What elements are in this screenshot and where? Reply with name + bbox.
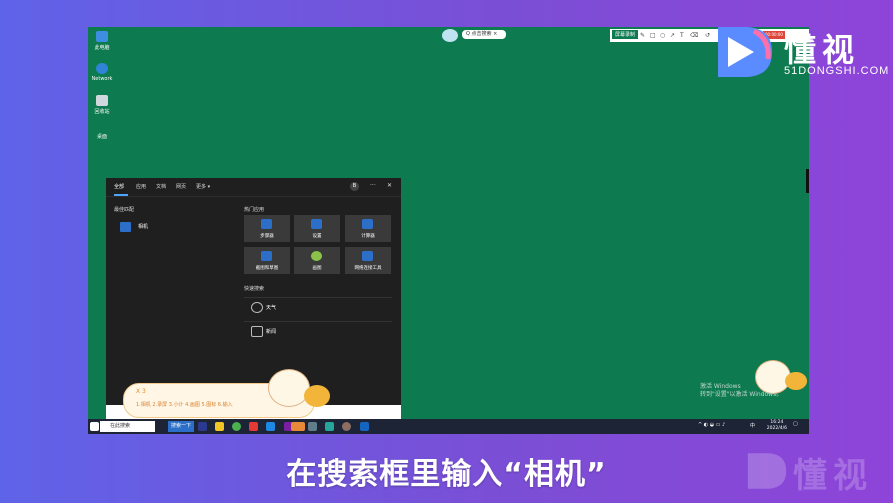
subtitle-caption: 在搜索框里输入“相机” <box>286 457 607 492</box>
ps-app-icon[interactable] <box>198 422 207 431</box>
best-match-label: 相机 <box>138 224 149 230</box>
desktop-icon-label: Network <box>91 76 113 82</box>
activation-watermark: 激活 Windows 转到"设置"以激活 Windows。 <box>700 383 782 399</box>
circle-icon[interactable]: ○ <box>660 32 665 39</box>
activation-line1: 激活 Windows <box>700 383 741 390</box>
avatar[interactable]: B <box>350 182 359 191</box>
taskbar: 在此搜索 搜索一下 ^ ◐ ◒ ▭ ♪ 中 16:24 2022/4/6 ▢ <box>88 419 809 434</box>
tab-apps[interactable]: 应用 <box>136 183 146 190</box>
rect-icon[interactable]: □ <box>650 32 656 39</box>
more-options-icon[interactable]: ··· <box>370 182 376 189</box>
taskbar-search-input[interactable]: 在此搜索 <box>100 421 155 432</box>
tile-settings[interactable]: 设置 <box>294 215 340 242</box>
weather-icon <box>251 302 263 313</box>
desktop-icon-network[interactable]: Network <box>88 63 116 82</box>
desktop-icon-recycle-bin[interactable]: 回收站 <box>88 95 116 115</box>
top-apps-heading: 热门应用 <box>244 207 265 213</box>
brand-logo: 懂视 51DONGSHI.COM <box>714 23 888 85</box>
active-app-icon[interactable] <box>291 422 305 431</box>
chrome-icon[interactable] <box>232 422 241 431</box>
gear-icon <box>311 219 322 229</box>
app-icon[interactable] <box>325 422 334 431</box>
desktop-edge-handle[interactable] <box>806 169 809 193</box>
steps-icon <box>261 219 272 229</box>
app-icon[interactable] <box>249 422 258 431</box>
tile-label: 计算器 <box>361 234 375 239</box>
brand-url: 51DONGSHI.COM <box>784 65 890 77</box>
text-icon[interactable]: T <box>680 32 684 39</box>
active-tab-indicator <box>114 194 128 196</box>
explorer-icon[interactable] <box>215 422 224 431</box>
computer-icon <box>96 31 108 42</box>
clock[interactable]: 16:24 2022/4/6 <box>767 420 787 432</box>
clock-date: 2022/4/6 <box>766 426 787 431</box>
pen-icon[interactable]: ✎ <box>640 32 645 39</box>
tab-web[interactable]: 网页 <box>176 183 186 190</box>
snip-icon <box>261 251 272 261</box>
news-icon <box>251 326 263 337</box>
paint-icon <box>311 251 322 261</box>
flower-icon <box>304 385 330 407</box>
best-match-camera[interactable]: 相机 <box>118 220 238 234</box>
eraser-icon[interactable]: ⌫ <box>690 32 698 39</box>
desktop-icon-label: 桌面 <box>96 134 107 140</box>
edge-icon[interactable] <box>360 422 369 431</box>
desktop-icon-computer[interactable]: 此电脑 <box>88 31 116 51</box>
tab-docs[interactable]: 文档 <box>156 183 166 190</box>
tab-all[interactable]: 全部 <box>114 183 124 190</box>
tile-snip[interactable]: 截图和草图 <box>244 247 290 274</box>
mascot-icon <box>268 369 310 407</box>
tile-label: 步骤器 <box>260 234 274 239</box>
quick-weather[interactable]: 天气 <box>244 297 392 316</box>
camera-icon <box>120 222 131 232</box>
suggestion-top: X 3 <box>136 388 146 395</box>
network-tool-icon <box>362 251 373 261</box>
recorder-title: 屏幕录制 <box>612 30 639 39</box>
quick-label: 天气 <box>266 305 277 311</box>
tile-label: 截图和草图 <box>255 266 279 271</box>
app-icon[interactable] <box>342 422 351 431</box>
undo-icon[interactable]: ↺ <box>705 32 710 39</box>
quick-news[interactable]: 新闻 <box>244 321 392 340</box>
input-language[interactable]: 中 <box>750 422 755 429</box>
recorder-mascot-icon <box>442 29 458 42</box>
tile-paint[interactable]: 画图 <box>294 247 340 274</box>
tray-icons[interactable]: ^ ◐ ◒ ▭ ♪ <box>698 422 725 428</box>
suggestion-list: 1.相机 2.录屏 3.小计 4.画图 5.图标 6.输入 <box>136 402 233 408</box>
tab-more[interactable]: 更多 ▾ <box>196 183 210 190</box>
notification-icon[interactable]: ▢ <box>793 421 798 427</box>
tile-label: 网络连接工具 <box>354 266 382 271</box>
close-icon[interactable]: ✕ <box>387 182 392 189</box>
desktop-icon-label: 回收站 <box>94 109 110 115</box>
brand-play-icon <box>718 27 772 77</box>
recycle-bin-icon <box>96 95 108 106</box>
tile-label: 画图 <box>312 266 322 271</box>
flower-icon <box>785 372 807 390</box>
calculator-icon <box>362 219 373 229</box>
best-match-heading: 最佳匹配 <box>114 207 135 213</box>
arrow-icon[interactable]: ↗ <box>670 32 675 39</box>
quick-label: 新闻 <box>266 329 277 335</box>
activation-line2: 转到"设置"以激活 Windows。 <box>700 391 783 398</box>
desktop-icon-folder[interactable]: 桌面 <box>88 133 116 140</box>
quick-search-heading: 快速搜索 <box>244 286 265 292</box>
tile-network-tool[interactable]: 网络连接工具 <box>345 247 391 274</box>
search-tabs: 全部 应用 文档 网页 更多 ▾ B ··· ✕ <box>106 178 401 197</box>
desktop-icon-label: 此电脑 <box>94 45 110 51</box>
tile-label: 设置 <box>312 234 322 239</box>
tile-calculator[interactable]: 计算器 <box>345 215 391 242</box>
recorder-search-pill[interactable]: Q 点击搜索 × <box>462 30 506 39</box>
network-icon <box>96 63 108 74</box>
tile-steps[interactable]: 步骤器 <box>244 215 290 242</box>
windows-start-icon[interactable] <box>90 422 99 431</box>
app-icon[interactable] <box>266 422 275 431</box>
taskbar-search-button[interactable]: 搜索一下 <box>168 421 195 432</box>
app-icon[interactable] <box>308 422 317 431</box>
